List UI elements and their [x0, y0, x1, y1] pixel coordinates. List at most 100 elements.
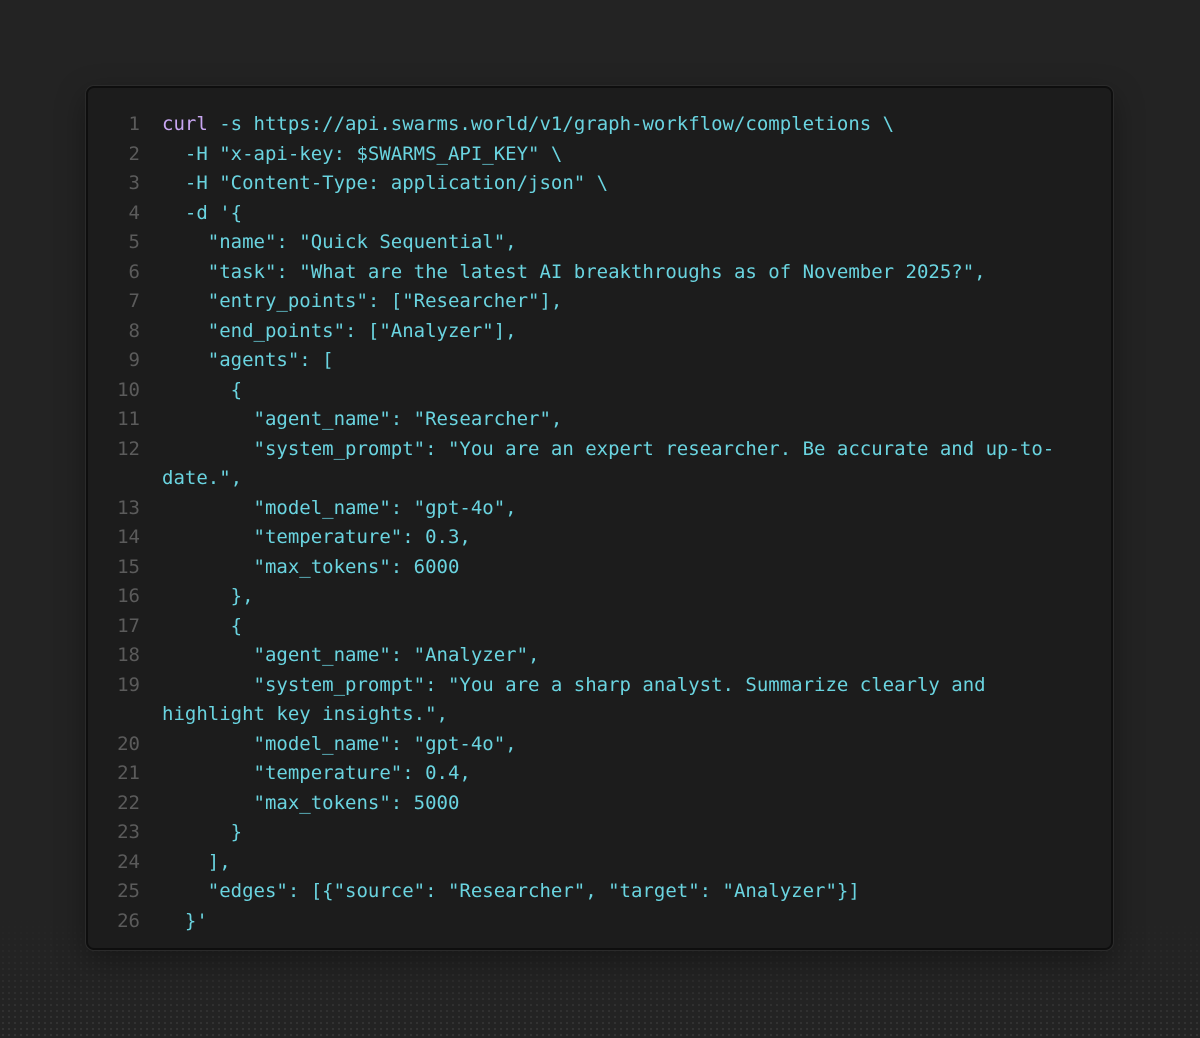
- code-line-text: "system_prompt": "You are a sharp analys…: [162, 673, 986, 696]
- code-line-text: -H "Content-Type: application/json" \: [162, 172, 609, 194]
- code-line-text: highlight key insights.",: [162, 703, 448, 725]
- line-number: 23: [117, 821, 140, 843]
- code-line-text: "max_tokens": 6000: [162, 555, 460, 578]
- code-line: 25 "edges": [{"source": "Researcher", "t…: [88, 877, 1111, 907]
- line-number: 6: [128, 260, 140, 283]
- code-line-text: "name": "Quick Sequential",: [162, 231, 517, 253]
- code-line: 15 "max_tokens": 6000: [88, 553, 1111, 583]
- code-line: 22 "max_tokens": 5000: [88, 789, 1111, 819]
- code-text: {: [140, 612, 242, 642]
- code-line-continuation: highlight key insights.",: [88, 700, 1111, 730]
- code-line: 6 "task": "What are the latest AI breakt…: [88, 258, 1111, 288]
- code-line-text: "max_tokens": 5000: [162, 791, 460, 814]
- line-number: 15: [117, 555, 140, 578]
- line-number: 18: [117, 644, 140, 666]
- code-text: date.",: [140, 464, 242, 494]
- code-text: }: [140, 818, 242, 848]
- code-line: 14 "temperature": 0.3,: [88, 523, 1111, 553]
- line-number: [88, 700, 140, 730]
- code-line: 24 ],: [88, 848, 1111, 878]
- line-number: 14: [117, 526, 140, 548]
- code-line: 12 "system_prompt": "You are an expert r…: [88, 435, 1111, 465]
- code-line: 20 "model_name": "gpt-4o",: [88, 730, 1111, 760]
- line-number: 22: [117, 791, 140, 814]
- line-number: 19: [117, 673, 140, 696]
- code-line-text: date.",: [162, 467, 243, 489]
- code-text: "max_tokens": 6000: [140, 553, 460, 583]
- line-number: 9: [128, 349, 140, 371]
- code-text: "task": "What are the latest AI breakthr…: [140, 258, 986, 288]
- line-number: 20: [117, 732, 140, 755]
- code-line: 17 {: [88, 612, 1111, 642]
- code-text: "system_prompt": "You are a sharp analys…: [140, 671, 986, 701]
- code-text: },: [140, 582, 254, 612]
- line-number: 2: [128, 142, 140, 165]
- code-text: "name": "Quick Sequential",: [140, 228, 517, 258]
- code-line-text: "task": "What are the latest AI breakthr…: [162, 260, 986, 283]
- code-line-text: }: [162, 821, 243, 843]
- line-number: 1: [128, 113, 140, 135]
- code-text: "entry_points": ["Researcher"],: [140, 287, 563, 317]
- line-number: 11: [117, 408, 140, 430]
- code-line-text: "entry_points": ["Researcher"],: [162, 290, 563, 312]
- code-text: "agent_name": "Analyzer",: [140, 641, 540, 671]
- code-text: "model_name": "gpt-4o",: [140, 730, 517, 760]
- code-line: 18 "agent_name": "Analyzer",: [88, 641, 1111, 671]
- code-line: 11 "agent_name": "Researcher",: [88, 405, 1111, 435]
- line-number: 5: [128, 231, 140, 253]
- command-keyword: curl: [162, 113, 208, 135]
- code-line: 23 }: [88, 818, 1111, 848]
- line-number: 13: [117, 496, 140, 519]
- code-line: 21 "temperature": 0.4,: [88, 759, 1111, 789]
- code-text: "edges": [{"source": "Researcher", "targ…: [140, 877, 860, 907]
- code-text: "model_name": "gpt-4o",: [140, 494, 517, 524]
- line-number: 17: [117, 614, 140, 637]
- code-line-text: "model_name": "gpt-4o",: [162, 732, 517, 755]
- line-number: 3: [128, 172, 140, 194]
- code-line-text: "agent_name": "Analyzer",: [162, 644, 540, 666]
- code-text: "agents": [: [140, 346, 334, 376]
- code-line: 13 "model_name": "gpt-4o",: [88, 494, 1111, 524]
- code-line: 10 {: [88, 376, 1111, 406]
- code-line-text: "end_points": ["Analyzer"],: [162, 319, 517, 342]
- code-text: "max_tokens": 5000: [140, 789, 460, 819]
- code-text: -d '{: [140, 199, 242, 229]
- code-line-text: },: [162, 585, 254, 607]
- code-line-text: "agent_name": "Researcher",: [162, 408, 563, 430]
- code-text: "end_points": ["Analyzer"],: [140, 317, 517, 347]
- code-line: 16 },: [88, 582, 1111, 612]
- code-text: -H "Content-Type: application/json" \: [140, 169, 608, 199]
- code-line: 7 "entry_points": ["Researcher"],: [88, 287, 1111, 317]
- code-text: "temperature": 0.3,: [140, 523, 471, 553]
- code-line-text: "temperature": 0.4,: [162, 762, 471, 784]
- code-line-text: -s https://api.swarms.world/v1/graph-wor…: [207, 113, 895, 135]
- line-number: 10: [117, 378, 140, 401]
- code-line-text: ],: [162, 850, 231, 873]
- code-line: 2 -H "x-api-key: $SWARMS_API_KEY" \: [88, 140, 1111, 170]
- code-line: 3 -H "Content-Type: application/json" \: [88, 169, 1111, 199]
- code-block: 1 curl -s https://api.swarms.world/v1/gra…: [86, 86, 1113, 950]
- code-line-text: {: [162, 614, 243, 637]
- code-lines: 1 curl -s https://api.swarms.world/v1/gra…: [88, 110, 1111, 936]
- code-text: }': [140, 907, 208, 937]
- code-line-text: "temperature": 0.3,: [162, 526, 471, 548]
- line-number: 24: [117, 850, 140, 873]
- code-text: ],: [140, 848, 231, 878]
- code-line: 9 "agents": [: [88, 346, 1111, 376]
- code-text: -H "x-api-key: $SWARMS_API_KEY" \: [140, 140, 563, 170]
- line-number: [88, 464, 140, 494]
- code-line: 1 curl -s https://api.swarms.world/v1/gra…: [88, 110, 1111, 140]
- code-line-continuation: date.",: [88, 464, 1111, 494]
- code-line-text: "edges": [{"source": "Researcher", "targ…: [162, 880, 860, 902]
- code-line: 19 "system_prompt": "You are a sharp ana…: [88, 671, 1111, 701]
- code-text: curl -s https://api.swarms.world/v1/grap…: [140, 110, 894, 140]
- line-number: 26: [117, 909, 140, 932]
- code-line-text: -H "x-api-key: $SWARMS_API_KEY" \: [162, 142, 563, 165]
- code-line: 4 -d '{: [88, 199, 1111, 229]
- code-text: "temperature": 0.4,: [140, 759, 471, 789]
- code-line: 8 "end_points": ["Analyzer"],: [88, 317, 1111, 347]
- code-line-text: {: [162, 378, 243, 401]
- line-number: 16: [117, 585, 140, 607]
- line-number: 12: [117, 437, 140, 460]
- code-line-text: "model_name": "gpt-4o",: [162, 496, 517, 519]
